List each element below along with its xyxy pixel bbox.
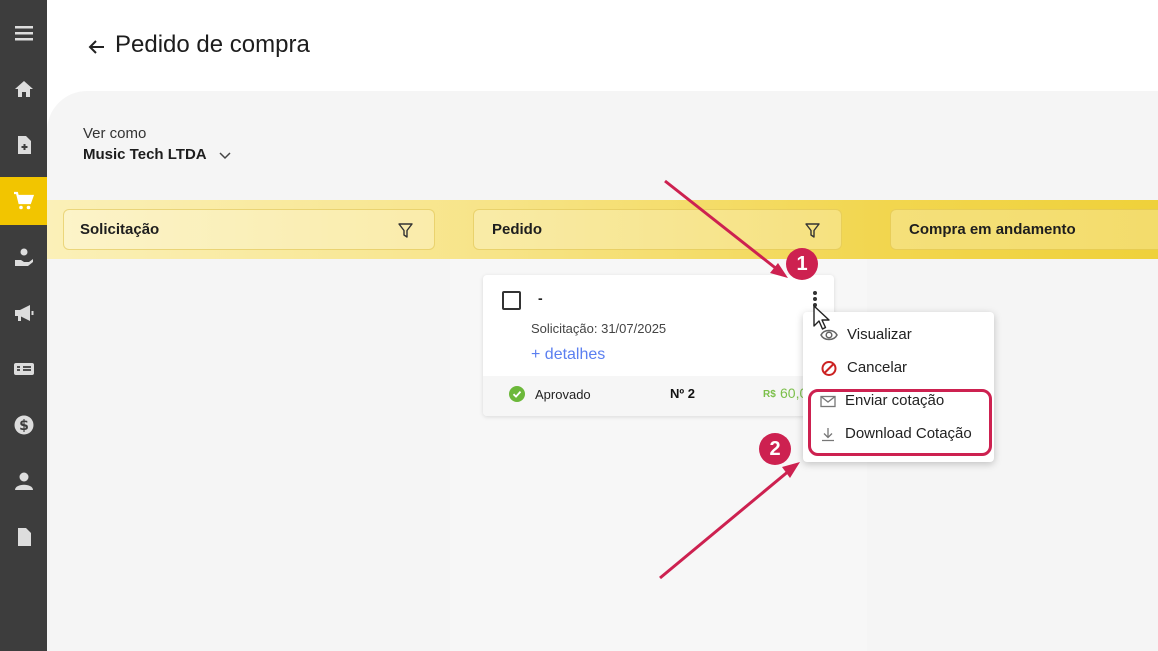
order-amount: 60,00 <box>780 385 804 401</box>
sidebar-item-finance[interactable]: $ <box>0 401 47 449</box>
step-badge-2: 2 <box>759 433 791 465</box>
currency-label: R$ <box>763 389 776 400</box>
dollar-icon: $ <box>14 415 33 435</box>
sidebar-item-billing[interactable] <box>0 345 47 393</box>
sidebar: $ <box>0 0 47 651</box>
back-button[interactable] <box>86 36 108 58</box>
megaphone-icon <box>14 305 33 321</box>
file-add-icon <box>17 136 31 154</box>
sidebar-item-reports[interactable] <box>0 513 47 561</box>
column-header-compra-em-andamento: Compra em andamento <box>890 209 1158 250</box>
company-selector[interactable]: Music Tech LTDA <box>83 146 207 163</box>
filter-icon[interactable] <box>397 222 414 239</box>
mouse-cursor-icon <box>813 305 830 330</box>
sidebar-item-purchases[interactable] <box>0 177 47 225</box>
file-icon <box>17 528 31 546</box>
arrow-left-icon <box>88 40 104 54</box>
column-title: Solicitação <box>80 221 160 238</box>
order-checkbox[interactable] <box>502 291 521 310</box>
kebab-dot <box>813 291 817 295</box>
home-icon <box>14 81 33 97</box>
details-link[interactable]: + detalhes <box>531 346 605 364</box>
kebab-dot <box>813 297 817 301</box>
step-badge-1: 1 <box>786 248 818 280</box>
menu-item-cancelar[interactable]: Cancelar <box>803 352 994 384</box>
view-as-label: Ver como <box>83 125 147 142</box>
svg-text:$: $ <box>19 418 29 434</box>
sidebar-item-documents[interactable] <box>0 121 47 169</box>
column-title: Pedido <box>492 221 543 238</box>
column-title: Compra em andamento <box>909 221 1076 238</box>
chevron-down-icon[interactable] <box>218 150 232 162</box>
request-date: Solicitação: 31/07/2025 <box>531 321 667 336</box>
column-header-solicitacao: Solicitação <box>63 209 435 250</box>
page-title: Pedido de compra <box>115 31 310 58</box>
check-circle-icon <box>509 386 525 402</box>
user-icon <box>14 472 33 490</box>
sidebar-item-home[interactable] <box>0 65 47 113</box>
order-title: - <box>538 290 543 306</box>
cancel-icon <box>821 361 837 376</box>
highlight-box <box>808 389 992 456</box>
menu-toggle-button[interactable] <box>0 9 47 57</box>
menu-item-label: Cancelar <box>847 359 908 376</box>
card-icon <box>13 363 34 375</box>
column-header-pedido: Pedido <box>473 209 842 250</box>
hamburger-icon <box>14 26 33 41</box>
cart-icon <box>13 191 34 210</box>
sidebar-item-marketing[interactable] <box>0 289 47 337</box>
filter-icon[interactable] <box>804 222 821 239</box>
hand-money-icon <box>14 248 33 266</box>
sidebar-item-users[interactable] <box>0 457 47 505</box>
status-badge: Aprovado <box>535 387 591 402</box>
order-number: Nº 2 <box>670 386 695 401</box>
sidebar-item-payments[interactable] <box>0 233 47 281</box>
menu-item-label: Visualizar <box>847 326 912 343</box>
